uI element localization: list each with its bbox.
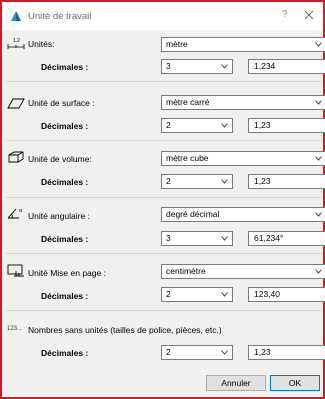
separator [6, 310, 322, 311]
chevron-down-icon [315, 156, 322, 161]
surface-example-value: 1,23 [248, 118, 325, 133]
ruler-scale-icon: 1.2 [7, 38, 25, 49]
sans-unites-decimals-label: Décimales : [41, 348, 89, 358]
surface-decimals-label: Décimales : [41, 121, 89, 131]
angulaire-label: Unité angulaire : [28, 211, 90, 221]
volume-select-value: mètre cube [166, 153, 209, 163]
unites-example-value: 1,234 [248, 59, 325, 74]
mise-en-page-decimals-value: 2 [166, 289, 171, 299]
mise-en-page-decimals-label: Décimales : [41, 291, 89, 301]
window-title: Unité de travail [28, 11, 92, 22]
cancel-button[interactable]: Annuler [206, 375, 266, 391]
chevron-down-icon [315, 42, 322, 47]
unites-select[interactable]: mètre [161, 37, 325, 52]
volume-decimals-value: 2 [166, 176, 171, 186]
chevron-down-icon [315, 269, 322, 274]
unite-de-travail-dialog: Unité de travail ? 1.2 Unités: mètre Déc… [0, 0, 325, 399]
mise-en-page-label: Unité Mise en page : [28, 268, 106, 278]
help-button[interactable]: ? [282, 9, 288, 20]
angulaire-decimals-value: 3 [166, 233, 171, 243]
angulaire-select[interactable]: degré décimal [161, 207, 325, 222]
chevron-down-icon [221, 292, 228, 297]
angulaire-decimals-label: Décimales : [41, 234, 89, 244]
unites-decimals-value: 3 [166, 61, 171, 71]
area-parallelogram-icon [7, 98, 25, 109]
sans-unites-decimals-select[interactable]: 2 [161, 345, 233, 360]
volume-example-value: 1,23 [248, 174, 325, 189]
surface-select[interactable]: mètre carré [161, 95, 325, 110]
angulaire-example-value: 61,234° [248, 231, 325, 246]
chevron-down-icon [221, 179, 228, 184]
unites-decimals-select[interactable]: 3 [161, 59, 233, 74]
ok-button[interactable]: OK [270, 375, 320, 391]
chevron-down-icon [315, 212, 322, 217]
surface-label: Unité de surface : [28, 98, 95, 108]
angle-icon: α [7, 208, 23, 219]
unites-label: Unités: [28, 39, 55, 49]
sans-unites-label: Nombres sans unités (tailles de police, … [28, 325, 222, 335]
mise-en-page-select[interactable]: centimètre [161, 264, 325, 279]
svg-text:α: α [19, 208, 23, 214]
surface-decimals-value: 2 [166, 120, 171, 130]
separator [6, 253, 322, 254]
volume-decimals-label: Décimales : [41, 177, 89, 187]
mise-en-page-decimals-select[interactable]: 2 [161, 287, 233, 302]
chevron-down-icon [221, 236, 228, 241]
volume-label: Unité de volume: [28, 154, 92, 164]
volume-select[interactable]: mètre cube [161, 151, 325, 166]
mise-en-page-example-value: 123,40 [248, 287, 325, 302]
chevron-down-icon [221, 64, 228, 69]
separator [6, 140, 322, 141]
unites-decimals-label: Décimales : [41, 62, 89, 72]
layout-page-icon [7, 264, 24, 277]
svg-text:1.2: 1.2 [13, 38, 20, 44]
numbers-icon: 123... [7, 326, 23, 332]
dialog-content: 1.2 Unités: mètre Décimales : 3 1,234 Un… [2, 30, 325, 397]
title-bar: Unité de travail ? [2, 2, 323, 30]
separator [6, 197, 322, 198]
sans-unites-decimals-value: 2 [166, 347, 171, 357]
volume-decimals-select[interactable]: 2 [161, 174, 233, 189]
close-icon[interactable] [302, 8, 316, 22]
sans-unites-example-value: 1,23 [248, 345, 325, 360]
chevron-down-icon [315, 100, 322, 105]
chevron-down-icon [221, 123, 228, 128]
chevron-down-icon [221, 350, 228, 355]
surface-decimals-select[interactable]: 2 [161, 118, 233, 133]
angulaire-decimals-select[interactable]: 3 [161, 231, 233, 246]
surface-select-value: mètre carré [166, 97, 210, 107]
mise-en-page-select-value: centimètre [166, 266, 206, 276]
volume-box-icon [8, 151, 24, 163]
angulaire-select-value: degré décimal [166, 209, 220, 219]
unites-select-value: mètre [166, 39, 188, 49]
separator [6, 81, 322, 82]
app-icon [11, 11, 21, 21]
